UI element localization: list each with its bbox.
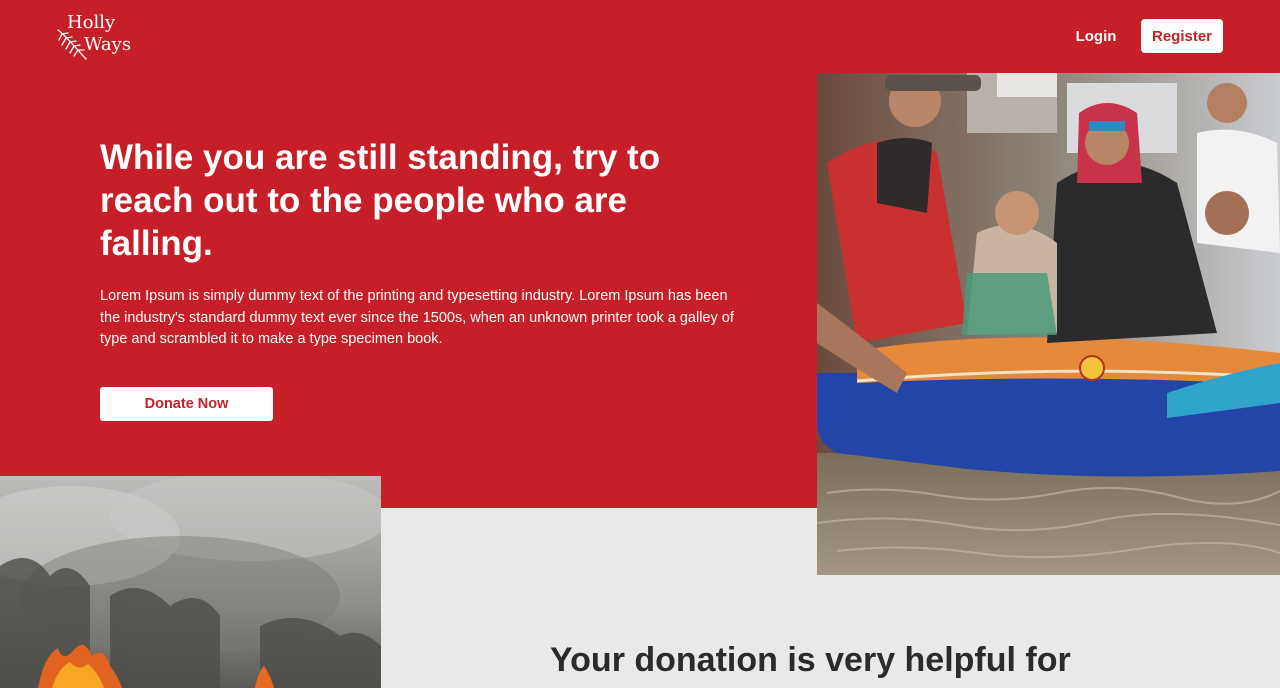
- section-title: Your donation is very helpful for: [550, 641, 1071, 679]
- logo-text-ways: Ways: [84, 34, 132, 55]
- hero-description: Lorem Ipsum is simply dummy text of the …: [100, 288, 734, 347]
- login-button[interactable]: Login: [1062, 19, 1130, 53]
- hero-title: While you are still standing, try to rea…: [100, 138, 661, 263]
- forest-fire-photo: [0, 476, 381, 688]
- brand-logo[interactable]: Holly Ways: [56, 12, 136, 64]
- donate-now-button[interactable]: Donate Now: [100, 387, 273, 421]
- logo-text-holly: Holly: [67, 12, 116, 33]
- flood-rescue-photo: [817, 73, 1280, 575]
- landing-page: Holly Ways Login Register While you are …: [0, 0, 1280, 688]
- register-button[interactable]: Register: [1141, 19, 1223, 53]
